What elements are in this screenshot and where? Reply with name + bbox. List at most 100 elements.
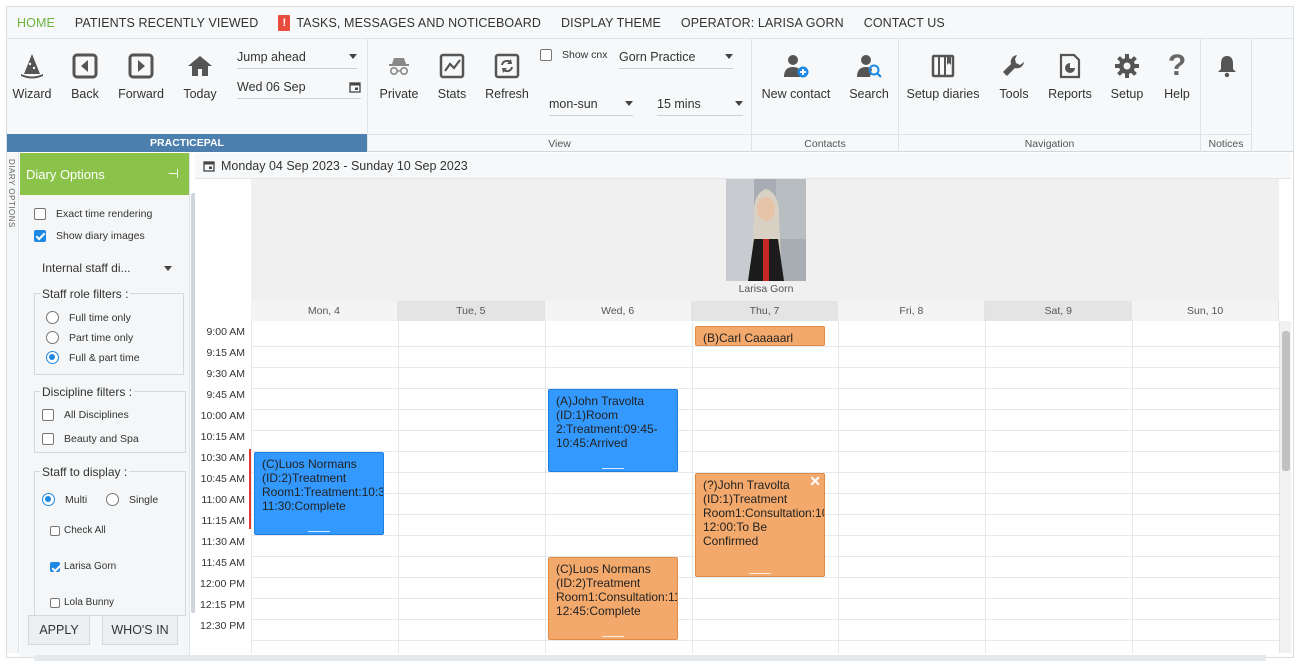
scrollbar-thumb[interactable]: [1282, 331, 1290, 471]
exact-time-checkbox[interactable]: [34, 208, 46, 220]
back-button[interactable]: Back: [65, 51, 105, 101]
help-button[interactable]: ? Help: [1162, 49, 1192, 101]
menu-home[interactable]: HOME: [7, 7, 65, 39]
calendar-scrollbar[interactable]: [1279, 321, 1291, 653]
whos-in-button[interactable]: WHO'S IN: [102, 615, 178, 645]
day-header[interactable]: Sat, 9: [985, 301, 1133, 321]
full-time-radio[interactable]: [46, 311, 59, 324]
chevron-down-icon: [349, 54, 357, 59]
day-header[interactable]: Thu, 7: [691, 301, 839, 321]
show-cnx-toggle[interactable]: Show cnx: [540, 49, 608, 61]
close-icon[interactable]: ✕: [809, 474, 821, 488]
forward-label: Forward: [118, 87, 164, 101]
calendar-icon[interactable]: [349, 81, 361, 93]
show-images-checkbox[interactable]: [34, 230, 46, 242]
time-label: 9:15 AM: [206, 347, 245, 359]
time-label: 9:30 AM: [206, 368, 245, 380]
check-all-checkbox[interactable]: [50, 525, 60, 536]
toolbar-ribbon: Wizard Back Forward Today Jump ahead Wed…: [7, 39, 1293, 152]
time-label: 9:00 AM: [206, 326, 245, 338]
staff-type-select[interactable]: Internal staff di...: [42, 256, 172, 280]
appointment[interactable]: (B)Carl Caaaaarl: [695, 326, 825, 346]
pin-icon[interactable]: ⊣: [168, 166, 179, 182]
exact-time-option[interactable]: Exact time rendering: [34, 208, 152, 220]
app-window: HOME PATIENTS RECENTLY VIEWED ! TASKS, M…: [6, 6, 1294, 658]
part-time-option[interactable]: Part time only: [46, 331, 133, 344]
multi-radio[interactable]: [42, 493, 55, 506]
private-button[interactable]: Private: [379, 51, 419, 101]
show-cnx-checkbox[interactable]: [540, 49, 552, 61]
search-button[interactable]: Search: [847, 51, 891, 101]
slot-line: [251, 430, 1279, 431]
all-disciplines-label: All Disciplines: [64, 409, 129, 421]
appointment[interactable]: (C)Luos Normans (ID:2)Treatment Room1:Tr…: [254, 452, 384, 535]
day-header[interactable]: Tue, 5: [397, 301, 545, 321]
resize-handle[interactable]: [602, 468, 624, 469]
reports-button[interactable]: Reports: [1047, 51, 1093, 101]
time-label: 10:30 AM: [200, 452, 245, 464]
staff-larisa-checkbox[interactable]: [50, 561, 60, 572]
day-header[interactable]: Sun, 10: [1132, 301, 1280, 321]
resize-handle[interactable]: [308, 531, 330, 532]
jump-ahead-select[interactable]: Jump ahead: [237, 45, 357, 69]
menu-tasks[interactable]: ! TASKS, MESSAGES AND NOTICEBOARD: [268, 7, 551, 39]
menu-operator[interactable]: OPERATOR: LARISA GORN: [671, 7, 854, 39]
beauty-checkbox[interactable]: [42, 433, 54, 445]
date-input[interactable]: Wed 06 Sep: [237, 75, 361, 99]
appointment[interactable]: (?)John Travolta (ID:1)Treatment Room1:C…: [695, 473, 825, 577]
day-header[interactable]: Wed, 6: [544, 301, 692, 321]
show-images-option[interactable]: Show diary images: [34, 230, 145, 242]
discipline-legend: Discipline filters :: [40, 385, 135, 399]
day-column-line: [251, 321, 252, 653]
check-all-label: Check All: [64, 525, 106, 536]
day-header[interactable]: Fri, 8: [838, 301, 986, 321]
days-select[interactable]: mon-sun: [549, 92, 633, 116]
menu-patients-recently-viewed[interactable]: PATIENTS RECENTLY VIEWED: [65, 7, 268, 39]
all-disciplines-option[interactable]: All Disciplines: [42, 409, 129, 421]
multi-option[interactable]: Multi: [42, 493, 87, 506]
appointment[interactable]: (A)John Travolta (ID:1)Room 2:Treatment:…: [548, 389, 678, 472]
beauty-label: Beauty and Spa: [64, 433, 139, 445]
tools-button[interactable]: Tools: [997, 51, 1031, 101]
staff-lola-checkbox[interactable]: [50, 597, 60, 608]
appointment-text: (C)Luos Normans (ID:2)Treatment Room1:Co…: [556, 562, 677, 618]
wizard-hat-icon: [17, 51, 47, 81]
staff-avatar[interactable]: [726, 179, 806, 281]
diary-options-side-tab[interactable]: DIARY OPTIONS: [7, 153, 19, 653]
today-button[interactable]: Today: [181, 51, 219, 101]
forward-button[interactable]: Forward: [117, 51, 165, 101]
menu-contact-us[interactable]: CONTACT US: [854, 7, 955, 39]
slot-grid[interactable]: (B)Carl Caaaaarl (A)John Travolta (ID:1)R…: [251, 321, 1280, 653]
setup-button[interactable]: Setup: [1109, 51, 1145, 101]
home-icon: [185, 51, 215, 81]
interval-select[interactable]: 15 mins: [657, 92, 743, 116]
full-part-radio[interactable]: [46, 351, 59, 364]
full-time-option[interactable]: Full time only: [46, 311, 131, 324]
staff-name: Larisa Gorn: [738, 283, 794, 295]
resize-handle[interactable]: [602, 636, 624, 637]
staff-larisa-option[interactable]: Larisa Gorn: [50, 561, 116, 572]
section-navigation: Navigation: [899, 134, 1200, 152]
notices-button[interactable]: [1212, 51, 1242, 87]
staff-lola-option[interactable]: Lola Bunny: [50, 597, 114, 608]
beauty-option[interactable]: Beauty and Spa: [42, 433, 139, 445]
single-radio[interactable]: [106, 493, 119, 506]
wizard-button[interactable]: Wizard: [11, 51, 53, 101]
full-part-option[interactable]: Full & part time: [46, 351, 140, 364]
single-option[interactable]: Single: [106, 493, 158, 506]
refresh-button[interactable]: Refresh: [485, 51, 529, 101]
practice-select[interactable]: Gorn Practice: [619, 45, 733, 69]
panel-title: Diary Options: [26, 166, 105, 182]
appointment[interactable]: (C)Luos Normans (ID:2)Treatment Room1:Co…: [548, 557, 678, 640]
apply-button[interactable]: APPLY: [28, 615, 90, 645]
new-contact-button[interactable]: New contact: [761, 51, 831, 101]
day-header[interactable]: Mon, 4: [251, 301, 398, 321]
resize-handle[interactable]: [749, 573, 771, 574]
menu-display-theme[interactable]: DISPLAY THEME: [551, 7, 671, 39]
all-disciplines-checkbox[interactable]: [42, 409, 54, 421]
stats-button[interactable]: Stats: [435, 51, 469, 101]
check-all-option[interactable]: Check All: [50, 525, 106, 536]
setup-diaries-button[interactable]: Setup diaries: [907, 51, 979, 101]
part-time-radio[interactable]: [46, 331, 59, 344]
chevron-down-icon: [625, 101, 633, 106]
